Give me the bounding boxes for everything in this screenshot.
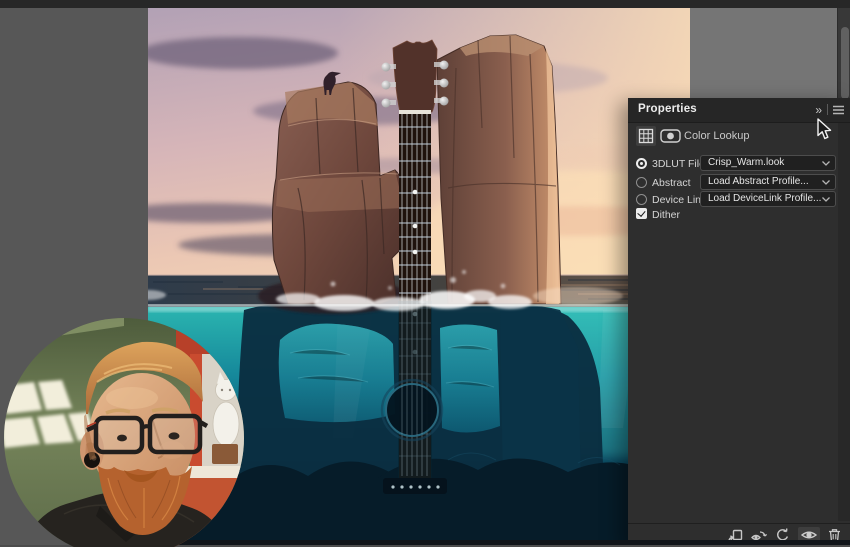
chevron-down-icon xyxy=(822,161,830,166)
webcam-overlay xyxy=(4,318,244,547)
chevron-down-icon xyxy=(822,197,830,202)
adjustment-label: Color Lookup xyxy=(684,130,750,142)
presenter-portrait xyxy=(4,318,244,547)
properties-panel: Properties » Color Lookup 3DLUT File Cri… xyxy=(628,98,850,547)
mouse-cursor-icon xyxy=(817,118,832,140)
collapse-panels-icon[interactable]: » xyxy=(815,103,822,117)
field-label: Device Link xyxy=(652,194,707,206)
layer-mask-icon[interactable] xyxy=(660,128,682,144)
field-label: 3DLUT File xyxy=(652,158,705,170)
dither-checkbox[interactable] xyxy=(636,208,647,219)
radio-abstract[interactable] xyxy=(636,177,647,188)
dropdown-3dlut-file[interactable]: Crisp_Warm.look xyxy=(700,155,836,171)
dither-row: Dither xyxy=(628,206,850,222)
radio-3dlut-file[interactable] xyxy=(636,158,647,169)
dropdown-value: Load Abstract Profile... xyxy=(708,176,809,187)
radio-device-link[interactable] xyxy=(636,194,647,205)
dropdown-value: Crisp_Warm.look xyxy=(708,157,785,168)
vertical-scrollbar[interactable] xyxy=(837,8,850,100)
dropdown-value: Load DeviceLink Profile... xyxy=(708,193,822,204)
dropdown-device-link[interactable]: Load DeviceLink Profile... xyxy=(700,191,836,207)
photoshop-workspace: Properties » Color Lookup 3DLUT File Cri… xyxy=(0,0,850,547)
chevron-down-icon xyxy=(822,180,830,185)
lut-grid-icon[interactable] xyxy=(636,126,656,146)
panel-title: Properties xyxy=(638,103,697,115)
field-label: Abstract xyxy=(652,177,691,189)
panel-menu-icon[interactable] xyxy=(833,105,844,115)
dropdown-abstract[interactable]: Load Abstract Profile... xyxy=(700,174,836,190)
window-top-strip xyxy=(0,0,850,8)
scrollbar-thumb[interactable] xyxy=(840,27,849,99)
pasteboard-right xyxy=(690,8,838,100)
header-divider xyxy=(827,104,828,115)
dither-label: Dither xyxy=(652,209,681,221)
field-row-abstract: Abstract Load Abstract Profile... xyxy=(628,174,850,191)
field-row-3dlut: 3DLUT File Crisp_Warm.look xyxy=(628,155,850,172)
